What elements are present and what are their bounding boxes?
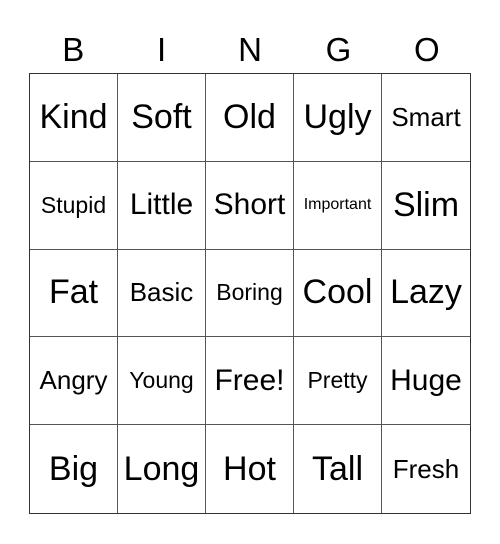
bingo-cell[interactable]: Huge <box>382 337 470 426</box>
bingo-cell[interactable]: Cool <box>294 249 382 338</box>
bingo-header: B I N G O <box>29 28 471 72</box>
header-letter-n: N <box>238 31 262 68</box>
bingo-grid: Kind Soft Old Ugly Smart Stupid Little Short Imp… <box>29 73 471 514</box>
bingo-cell[interactable]: Angry <box>30 337 118 426</box>
bingo-cell[interactable]: Smart <box>382 74 470 162</box>
bingo-cell[interactable]: Tall <box>294 425 382 513</box>
bingo-cell[interactable]: Old <box>206 74 294 162</box>
bingo-cell[interactable]: Ugly <box>294 74 382 162</box>
bingo-cell[interactable]: Fat <box>30 249 118 338</box>
header-letter-i: I <box>157 31 167 68</box>
header-letter-b: B <box>62 31 85 68</box>
bingo-cell[interactable]: Basic <box>118 249 206 338</box>
header-letter-o: O <box>413 31 440 68</box>
bingo-cell[interactable]: Short <box>206 161 294 250</box>
bingo-cell[interactable]: Fresh <box>382 425 470 513</box>
bingo-cell[interactable]: Long <box>118 425 206 513</box>
header-letter-g: G <box>325 31 352 68</box>
bingo-cell[interactable]: Lazy <box>382 250 470 338</box>
bingo-cell[interactable]: Kind <box>30 74 118 162</box>
bingo-cell[interactable]: Slim <box>382 162 470 250</box>
bingo-cell[interactable]: Important <box>294 161 382 250</box>
bingo-cell[interactable]: Pretty <box>294 337 382 426</box>
bingo-cell[interactable]: Big <box>30 425 118 513</box>
bingo-cell[interactable]: Soft <box>118 74 206 162</box>
bingo-cell[interactable]: Boring <box>206 249 294 338</box>
bingo-cell[interactable]: Hot <box>206 425 294 513</box>
bingo-cell[interactable]: Free! <box>206 337 294 426</box>
bingo-cell[interactable]: Young <box>118 337 206 426</box>
bingo-cell[interactable]: Stupid <box>30 161 118 250</box>
bingo-cell[interactable]: Little <box>118 161 206 250</box>
